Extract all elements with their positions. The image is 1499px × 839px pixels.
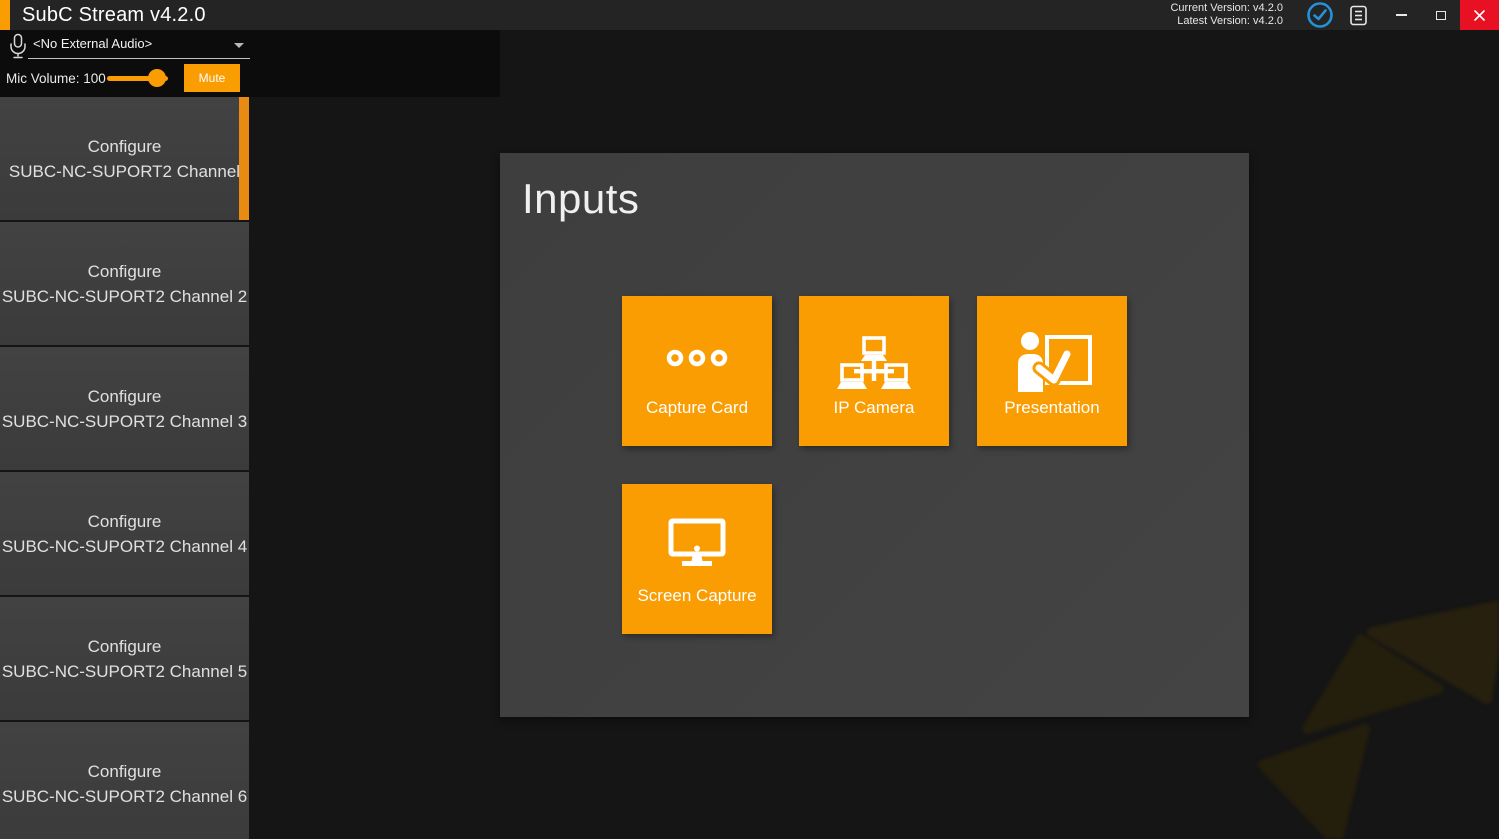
app-title: SubC Stream v4.2.0 (22, 0, 206, 30)
channel-sidebar: Configure SUBC-NC-SUPORT2 Channel Config… (0, 97, 249, 839)
sidebar-item-channel-2[interactable]: Configure SUBC-NC-SUPORT2 Channel 2 (0, 222, 249, 345)
presentation-tile[interactable]: Presentation (977, 296, 1127, 446)
audio-device-select-value: <No External Audio> (33, 36, 152, 51)
maximize-button[interactable] (1424, 0, 1458, 30)
capture-card-tile[interactable]: Capture Card (622, 296, 772, 446)
release-notes-icon[interactable] (1348, 5, 1369, 26)
channel-name: SUBC-NC-SUPORT2 Channel 3 (2, 409, 247, 434)
selected-indicator (239, 97, 249, 220)
tile-label: Capture Card (622, 398, 772, 418)
minimize-button[interactable] (1384, 0, 1418, 30)
mic-volume-label: Mic Volume: 100 (6, 71, 106, 86)
sidebar-item-channel-1[interactable]: Configure SUBC-NC-SUPORT2 Channel (0, 97, 249, 220)
subc-aperture-logo (1249, 577, 1499, 839)
tile-label: Presentation (977, 398, 1127, 418)
inputs-panel: Inputs Capture Card IP Camera (500, 153, 1249, 717)
minimize-icon (1396, 14, 1407, 16)
titlebar-accent-stripe (0, 0, 10, 30)
configure-label: Configure (88, 509, 162, 534)
page-title: Inputs (522, 175, 639, 223)
sidebar-item-channel-3[interactable]: Configure SUBC-NC-SUPORT2 Channel 3 (0, 347, 249, 470)
mic-volume-slider-handle[interactable] (148, 69, 166, 87)
app-window: SubC Stream v4.2.0 Current Version: v4.2… (0, 0, 1499, 839)
chevron-down-icon (234, 43, 244, 48)
mute-button[interactable]: Mute (184, 64, 240, 92)
update-ok-icon[interactable] (1306, 1, 1334, 29)
configure-label: Configure (88, 634, 162, 659)
tile-label: Screen Capture (622, 586, 772, 606)
current-version-text: Current Version: v4.2.0 (1170, 2, 1283, 15)
sidebar-item-channel-5[interactable]: Configure SUBC-NC-SUPORT2 Channel 5 (0, 597, 249, 720)
close-button[interactable] (1460, 0, 1499, 30)
sidebar-item-channel-4[interactable]: Configure SUBC-NC-SUPORT2 Channel 4 (0, 472, 249, 595)
close-icon (1474, 10, 1485, 21)
ip-camera-icon (834, 336, 914, 394)
configure-label: Configure (88, 134, 162, 159)
configure-label: Configure (88, 759, 162, 784)
channel-name: SUBC-NC-SUPORT2 Channel 2 (2, 284, 247, 309)
channel-name: SUBC-NC-SUPORT2 Channel (9, 159, 240, 184)
select-underline (28, 58, 250, 59)
screen-capture-icon (668, 518, 726, 570)
titlebar: SubC Stream v4.2.0 Current Version: v4.2… (0, 0, 1499, 30)
sidebar-item-channel-6[interactable]: Configure SUBC-NC-SUPORT2 Channel 6 (0, 722, 249, 839)
channel-name: SUBC-NC-SUPORT2 Channel 6 (2, 784, 247, 809)
tile-label: IP Camera (799, 398, 949, 418)
audio-controls: <No External Audio> Mic Volume: 100 Mute (0, 30, 500, 97)
screen-capture-tile[interactable]: Screen Capture (622, 484, 772, 634)
ip-camera-tile[interactable]: IP Camera (799, 296, 949, 446)
channel-name: SUBC-NC-SUPORT2 Channel 4 (2, 534, 247, 559)
version-info: Current Version: v4.2.0 Latest Version: … (1170, 2, 1283, 28)
audio-device-select[interactable]: <No External Audio> (33, 36, 250, 58)
configure-label: Configure (88, 384, 162, 409)
channel-name: SUBC-NC-SUPORT2 Channel 5 (2, 659, 247, 684)
latest-version-text: Latest Version: v4.2.0 (1170, 15, 1283, 28)
capture-card-icon (665, 348, 729, 368)
maximize-icon (1436, 11, 1446, 20)
microphone-icon (8, 33, 28, 59)
configure-label: Configure (88, 259, 162, 284)
presentation-icon (1010, 330, 1094, 392)
